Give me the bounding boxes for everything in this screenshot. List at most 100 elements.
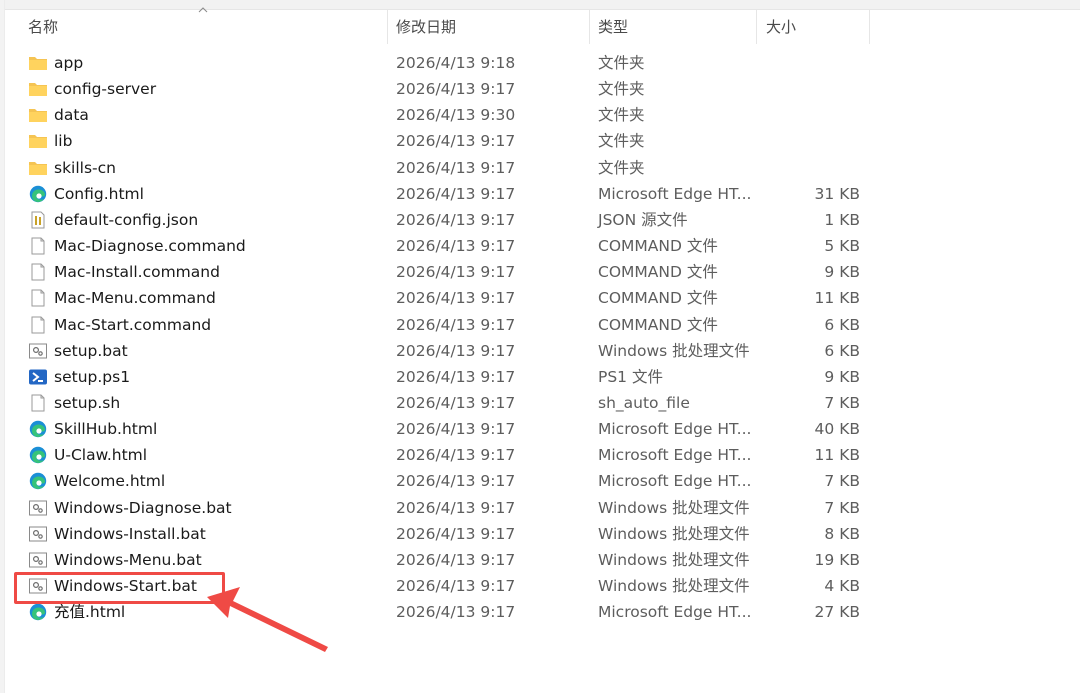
file-name: Windows-Menu.bat bbox=[54, 550, 202, 569]
file-size: 31 KB bbox=[814, 184, 860, 203]
file-row[interactable]: U-Claw.html 2026/4/13 9:17 Microsoft Edge … bbox=[0, 442, 1080, 468]
column-header-type[interactable]: 类型 bbox=[598, 10, 753, 44]
file-type: COMMAND 文件 bbox=[598, 315, 718, 334]
file-date: 2026/4/13 9:17 bbox=[396, 80, 516, 99]
file-date: 2026/4/13 9:17 bbox=[396, 603, 516, 622]
batch-file-icon bbox=[28, 342, 48, 360]
file-size: 11 KB bbox=[814, 289, 860, 308]
file-date: 2026/4/13 9:17 bbox=[396, 577, 516, 595]
folder-icon bbox=[28, 159, 48, 177]
file-row[interactable]: skills-cn 2026/4/13 9:17 文件夹 bbox=[0, 155, 1080, 181]
file-date: 2026/4/13 9:17 bbox=[396, 524, 516, 543]
file-name: Windows-Install.bat bbox=[54, 524, 206, 543]
file-size: 7 KB bbox=[824, 393, 860, 412]
file-date: 2026/4/13 9:17 bbox=[396, 132, 516, 151]
file-date: 2026/4/13 9:17 bbox=[396, 158, 516, 177]
file-row[interactable]: Mac-Start.command 2026/4/13 9:17 COMMAND 文… bbox=[0, 312, 1080, 338]
file-type: PS1 文件 bbox=[598, 367, 663, 386]
file-row[interactable]: Welcome.html 2026/4/13 9:17 Microsoft Edge… bbox=[0, 468, 1080, 494]
file-name: setup.bat bbox=[54, 341, 128, 360]
edge-icon bbox=[28, 420, 48, 438]
file-size: 4 KB bbox=[824, 577, 860, 595]
file-row[interactable]: data 2026/4/13 9:30 文件夹 bbox=[0, 102, 1080, 128]
file-date: 2026/4/13 9:17 bbox=[396, 210, 516, 229]
blank-file-icon bbox=[28, 289, 48, 307]
file-name: Mac-Start.command bbox=[54, 315, 212, 334]
json-file-icon bbox=[28, 211, 48, 229]
file-size: 1 KB bbox=[824, 210, 860, 229]
file-size: 7 KB bbox=[824, 498, 860, 517]
file-date: 2026/4/13 9:17 bbox=[396, 393, 516, 412]
file-row[interactable]: Mac-Diagnose.command 2026/4/13 9:17 COMMAN… bbox=[0, 233, 1080, 259]
file-date: 2026/4/13 9:17 bbox=[396, 550, 516, 569]
file-name: setup.ps1 bbox=[54, 367, 131, 386]
file-name: U-Claw.html bbox=[54, 446, 148, 465]
file-size: 19 KB bbox=[814, 550, 860, 569]
file-row[interactable]: Mac-Install.command 2026/4/13 9:17 COMMAND… bbox=[0, 259, 1080, 285]
column-divider[interactable] bbox=[387, 10, 388, 44]
file-name: SkillHub.html bbox=[54, 420, 158, 439]
file-type: COMMAND 文件 bbox=[598, 289, 718, 308]
file-row[interactable]: Mac-Menu.command 2026/4/13 9:17 COMMAND 文件… bbox=[0, 285, 1080, 311]
file-row[interactable]: Windows-Diagnose.bat 2026/4/13 9:17 Window… bbox=[0, 495, 1080, 521]
file-row[interactable]: setup.sh 2026/4/13 9:17 sh_auto_file 7 KB bbox=[0, 390, 1080, 416]
column-divider[interactable] bbox=[756, 10, 757, 44]
file-size: 6 KB bbox=[824, 341, 860, 360]
file-type: 文件夹 bbox=[598, 54, 645, 72]
edge-icon bbox=[28, 472, 48, 490]
file-row[interactable]: Windows-Menu.bat 2026/4/13 9:17 Windows 批处… bbox=[0, 547, 1080, 573]
file-row[interactable]: Windows-Install.bat 2026/4/13 9:17 Windows… bbox=[0, 521, 1080, 547]
file-date: 2026/4/13 9:30 bbox=[396, 106, 516, 125]
file-name: config-server bbox=[54, 80, 157, 99]
file-size: 9 KB bbox=[824, 367, 860, 386]
file-date: 2026/4/13 9:18 bbox=[396, 54, 516, 72]
file-type: 文件夹 bbox=[598, 158, 645, 177]
file-name: Mac-Menu.command bbox=[54, 289, 216, 308]
column-header-size[interactable]: 大小 bbox=[766, 10, 866, 44]
file-name: lib bbox=[54, 132, 73, 151]
batch-file-icon bbox=[28, 551, 48, 569]
column-header: 名称 修改日期 类型 大小 bbox=[0, 7, 1080, 44]
file-type: Microsoft Edge HT... bbox=[598, 184, 752, 203]
file-name: data bbox=[54, 106, 89, 125]
file-row[interactable]: lib 2026/4/13 9:17 文件夹 bbox=[0, 128, 1080, 154]
edge-icon bbox=[28, 603, 48, 621]
file-type: Windows 批处理文件 bbox=[598, 550, 750, 569]
file-size: 8 KB bbox=[824, 524, 860, 543]
file-date: 2026/4/13 9:17 bbox=[396, 315, 516, 334]
file-name: skills-cn bbox=[54, 158, 116, 177]
file-row[interactable]: setup.bat 2026/4/13 9:17 Windows 批处理文件 6 KB bbox=[0, 338, 1080, 364]
file-type: JSON 源文件 bbox=[598, 210, 688, 229]
column-divider[interactable] bbox=[869, 10, 870, 44]
file-date: 2026/4/13 9:17 bbox=[396, 237, 516, 256]
file-date: 2026/4/13 9:17 bbox=[396, 420, 516, 439]
file-name: default-config.json bbox=[54, 210, 199, 229]
file-name: setup.sh bbox=[54, 393, 121, 412]
file-date: 2026/4/13 9:17 bbox=[396, 472, 516, 491]
file-size: 27 KB bbox=[814, 603, 860, 622]
folder-icon bbox=[28, 106, 48, 124]
file-size: 6 KB bbox=[824, 315, 860, 334]
blank-file-icon bbox=[28, 316, 48, 334]
file-row[interactable]: Config.html 2026/4/13 9:17 Microsoft Edge … bbox=[0, 181, 1080, 207]
file-row[interactable]: app 2026/4/13 9:18 文件夹 bbox=[0, 50, 1080, 76]
file-row[interactable]: config-server 2026/4/13 9:17 文件夹 bbox=[0, 76, 1080, 102]
file-date: 2026/4/13 9:17 bbox=[396, 263, 516, 282]
file-name: Welcome.html bbox=[54, 472, 166, 491]
column-divider[interactable] bbox=[589, 10, 590, 44]
file-type: 文件夹 bbox=[598, 80, 645, 99]
column-header-name[interactable]: 名称 bbox=[28, 10, 386, 44]
blank-file-icon bbox=[28, 263, 48, 281]
file-row[interactable]: default-config.json 2026/4/13 9:17 JSON 源文… bbox=[0, 207, 1080, 233]
column-header-date[interactable]: 修改日期 bbox=[396, 10, 586, 44]
blank-file-icon bbox=[28, 394, 48, 412]
file-type: Microsoft Edge HT... bbox=[598, 420, 752, 439]
file-size: 7 KB bbox=[824, 472, 860, 491]
file-size: 5 KB bbox=[824, 237, 860, 256]
file-row[interactable]: SkillHub.html 2026/4/13 9:17 Microsoft Edg… bbox=[0, 416, 1080, 442]
file-type: Microsoft Edge HT... bbox=[598, 446, 752, 465]
file-row[interactable]: setup.ps1 2026/4/13 9:17 PS1 文件 9 KB bbox=[0, 364, 1080, 390]
file-name: Config.html bbox=[54, 184, 144, 203]
annotation-highlight-box bbox=[14, 572, 225, 604]
file-type: Windows 批处理文件 bbox=[598, 577, 750, 595]
